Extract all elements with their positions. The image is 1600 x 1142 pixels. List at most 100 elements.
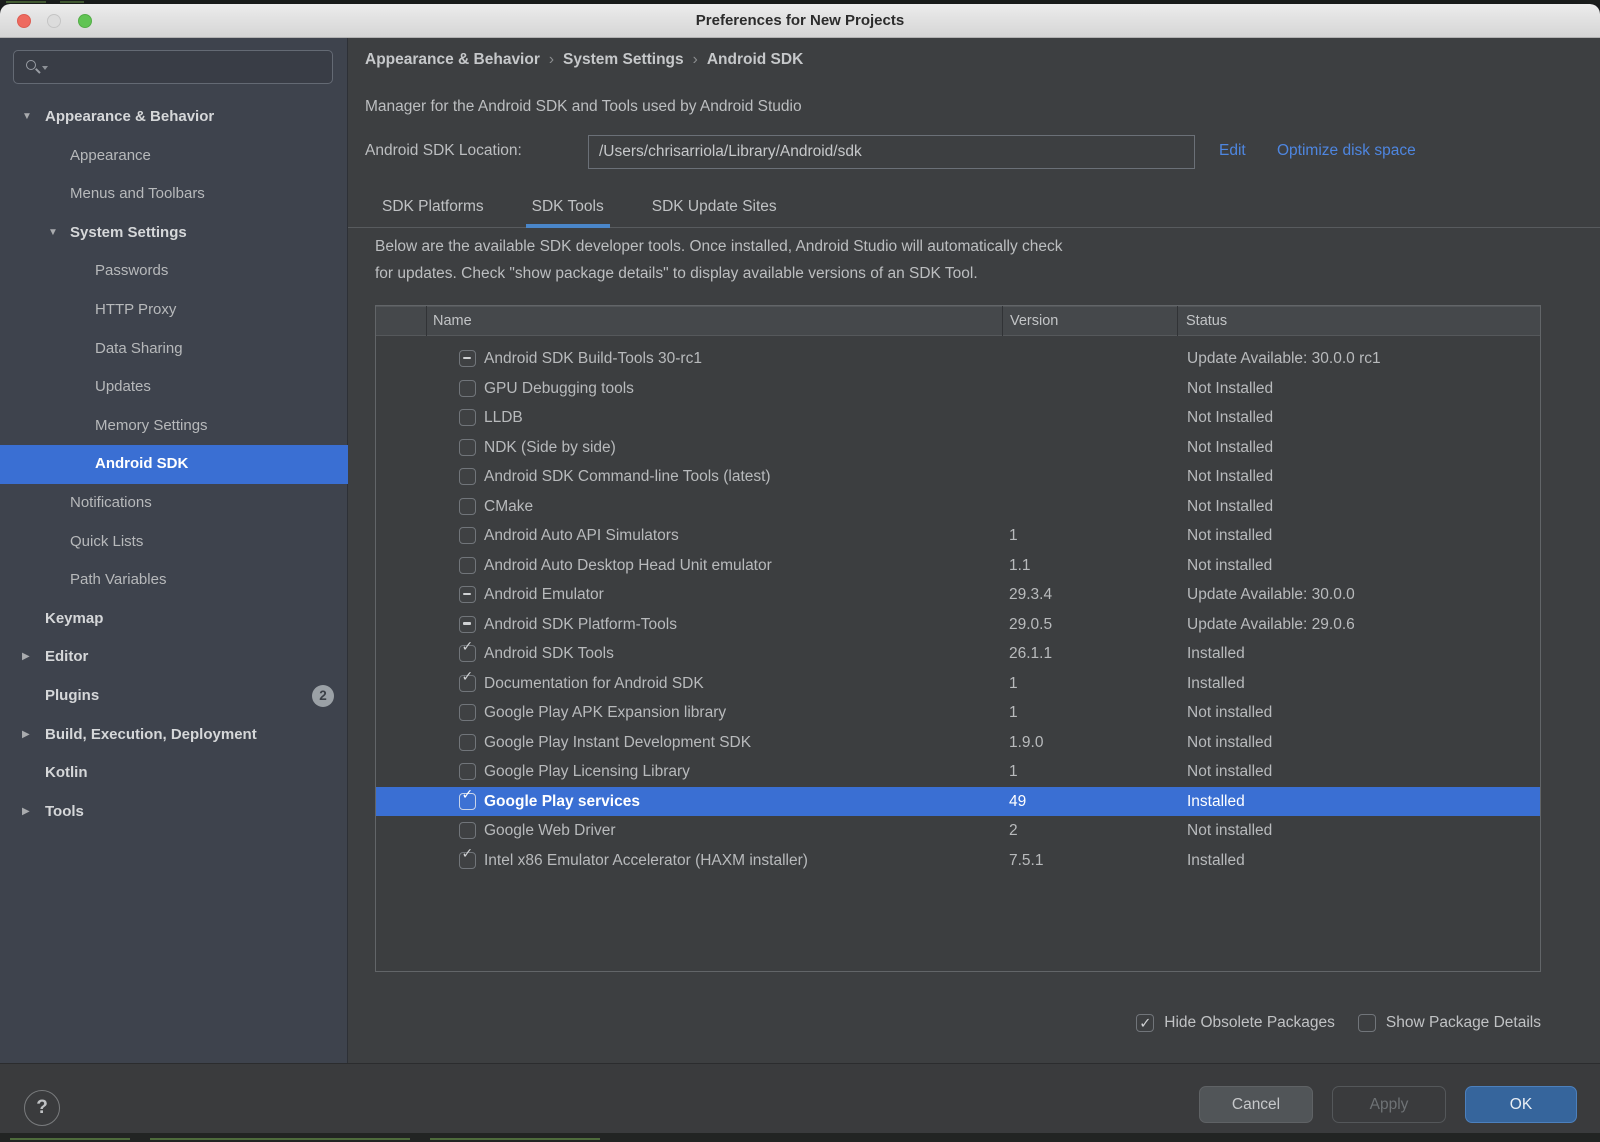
chevron-down-icon[interactable]: ▼ (48, 214, 58, 253)
sidebar-item-quick-lists[interactable]: Quick Lists (0, 523, 348, 562)
edit-link[interactable]: Edit (1219, 142, 1246, 160)
package-checkbox[interactable] (459, 852, 476, 869)
sidebar-item-android-sdk[interactable]: Android SDK (0, 445, 348, 484)
settings-search[interactable] (13, 50, 333, 84)
sidebar-item-editor[interactable]: ▶Editor (0, 638, 348, 677)
ok-button[interactable]: OK (1465, 1086, 1577, 1123)
package-checkbox[interactable] (459, 468, 476, 485)
table-row[interactable]: Google Play services49Installed (376, 787, 1540, 817)
package-version: 1 (1009, 757, 1018, 787)
package-status: Not installed (1187, 521, 1272, 551)
search-filter-chevron-icon[interactable] (42, 66, 48, 70)
package-version: 1 (1009, 698, 1018, 728)
package-name: CMake (484, 492, 533, 522)
hide-obsolete-packages-label[interactable]: Hide Obsolete Packages (1164, 1014, 1335, 1032)
window-titlebar[interactable]: Preferences for New Projects (0, 4, 1600, 38)
sidebar-item-notifications[interactable]: Notifications (0, 484, 348, 523)
package-status: Not Installed (1187, 403, 1273, 433)
package-checkbox[interactable] (459, 557, 476, 574)
package-name: Android SDK Platform-Tools (484, 610, 677, 640)
column-header-name[interactable]: Name (433, 306, 472, 336)
package-checkbox[interactable] (459, 586, 476, 603)
chevron-right-icon[interactable]: ▶ (22, 638, 30, 677)
search-input[interactable] (54, 52, 324, 82)
sdk-location-field[interactable]: /Users/chrisarriola/Library/Android/sdk (588, 135, 1195, 169)
table-row[interactable]: GPU Debugging toolsNot Installed (376, 374, 1540, 404)
sidebar-item-memory-settings[interactable]: Memory Settings (0, 407, 348, 446)
package-checkbox[interactable] (459, 822, 476, 839)
table-row[interactable]: Android Auto Desktop Head Unit emulator1… (376, 551, 1540, 581)
sidebar-item-label: Updates (95, 378, 151, 395)
table-row[interactable]: Intel x86 Emulator Accelerator (HAXM ins… (376, 846, 1540, 876)
table-row[interactable]: LLDBNot Installed (376, 403, 1540, 433)
table-row[interactable]: Google Play Licensing Library1Not instal… (376, 757, 1540, 787)
sidebar-item-system-settings[interactable]: ▼System Settings (0, 214, 348, 253)
sidebar-item-kotlin[interactable]: Kotlin (0, 754, 348, 793)
table-row[interactable]: NDK (Side by side)Not Installed (376, 433, 1540, 463)
sidebar-item-keymap[interactable]: Keymap (0, 600, 348, 639)
chevron-right-icon[interactable]: ▶ (22, 716, 30, 755)
sidebar-item-updates[interactable]: Updates (0, 368, 348, 407)
package-checkbox[interactable] (459, 675, 476, 692)
package-name: NDK (Side by side) (484, 433, 616, 463)
sidebar-item-data-sharing[interactable]: Data Sharing (0, 330, 348, 369)
tab-sdk-tools[interactable]: SDK Tools (526, 188, 610, 228)
breadcrumb-item-system-settings[interactable]: System Settings (563, 51, 684, 68)
table-row[interactable]: Android Emulator29.3.4Update Available: … (376, 580, 1540, 610)
desktop-background-sliver-bottom (0, 1133, 1600, 1142)
tab-sdk-update-sites[interactable]: SDK Update Sites (646, 188, 783, 228)
table-row[interactable]: CMakeNot Installed (376, 492, 1540, 522)
hide-obsolete-packages-checkbox[interactable] (1136, 1014, 1154, 1032)
tab-sdk-platforms[interactable]: SDK Platforms (376, 188, 490, 228)
package-checkbox[interactable] (459, 793, 476, 810)
package-checkbox[interactable] (459, 498, 476, 515)
table-row[interactable]: Android SDK Platform-Tools29.0.5Update A… (376, 610, 1540, 640)
package-checkbox[interactable] (459, 409, 476, 426)
preferences-window: Preferences for New Projects ▼Appearance… (0, 4, 1600, 1133)
breadcrumb-item-android-sdk[interactable]: Android SDK (707, 51, 803, 68)
sidebar-item-http-proxy[interactable]: HTTP Proxy (0, 291, 348, 330)
show-package-details-checkbox[interactable] (1358, 1014, 1376, 1032)
package-checkbox[interactable] (459, 704, 476, 721)
help-button[interactable]: ? (24, 1090, 60, 1126)
cancel-button[interactable]: Cancel (1199, 1086, 1313, 1123)
package-checkbox[interactable] (459, 439, 476, 456)
breadcrumb-item-appearance-behavior[interactable]: Appearance & Behavior (365, 51, 540, 68)
table-row[interactable]: Google Play Instant Development SDK1.9.0… (376, 728, 1540, 758)
sidebar-item-tools[interactable]: ▶Tools (0, 793, 348, 832)
table-row[interactable]: Android SDK Command-line Tools (latest)N… (376, 462, 1540, 492)
package-checkbox[interactable] (459, 645, 476, 662)
show-package-details-label[interactable]: Show Package Details (1386, 1014, 1541, 1032)
package-checkbox[interactable] (459, 616, 476, 633)
sdk-tools-table: Name Version Status Android SDK Build-To… (375, 305, 1541, 972)
table-row[interactable]: Google Web Driver2Not installed (376, 816, 1540, 846)
column-header-status[interactable]: Status (1186, 306, 1227, 336)
package-status: Update Available: 29.0.6 (1187, 610, 1355, 640)
sidebar-item-appearance-behavior[interactable]: ▼Appearance & Behavior (0, 98, 348, 137)
package-name: Android SDK Command-line Tools (latest) (484, 462, 771, 492)
package-checkbox[interactable] (459, 380, 476, 397)
table-row[interactable]: Google Play APK Expansion library1Not in… (376, 698, 1540, 728)
optimize-disk-space-link[interactable]: Optimize disk space (1277, 142, 1416, 160)
chevron-right-icon[interactable]: ▶ (22, 793, 30, 832)
package-name: Android SDK Build-Tools 30-rc1 (484, 344, 702, 374)
table-row[interactable]: Android SDK Build-Tools 30-rc1Update Ava… (376, 344, 1540, 374)
package-checkbox[interactable] (459, 763, 476, 780)
package-checkbox[interactable] (459, 734, 476, 751)
table-row[interactable]: Documentation for Android SDK1Installed (376, 669, 1540, 699)
sidebar-item-plugins[interactable]: Plugins2 (0, 677, 348, 716)
package-checkbox[interactable] (459, 527, 476, 544)
sidebar-item-path-variables[interactable]: Path Variables (0, 561, 348, 600)
sidebar-item-passwords[interactable]: Passwords (0, 252, 348, 291)
table-row[interactable]: Android Auto API Simulators1Not installe… (376, 521, 1540, 551)
sidebar-item-menus-and-toolbars[interactable]: Menus and Toolbars (0, 175, 348, 214)
table-row[interactable]: Android SDK Tools26.1.1Installed (376, 639, 1540, 669)
package-checkbox[interactable] (459, 350, 476, 367)
column-header-version[interactable]: Version (1010, 306, 1058, 336)
apply-button[interactable]: Apply (1332, 1086, 1446, 1123)
chevron-down-icon[interactable]: ▼ (22, 98, 32, 137)
sdk-location-label: Android SDK Location: (365, 142, 522, 160)
sidebar-item-label: Keymap (45, 610, 103, 627)
sidebar-item-appearance[interactable]: Appearance (0, 137, 348, 176)
sidebar-item-build-execution-deployment[interactable]: ▶Build, Execution, Deployment (0, 716, 348, 755)
